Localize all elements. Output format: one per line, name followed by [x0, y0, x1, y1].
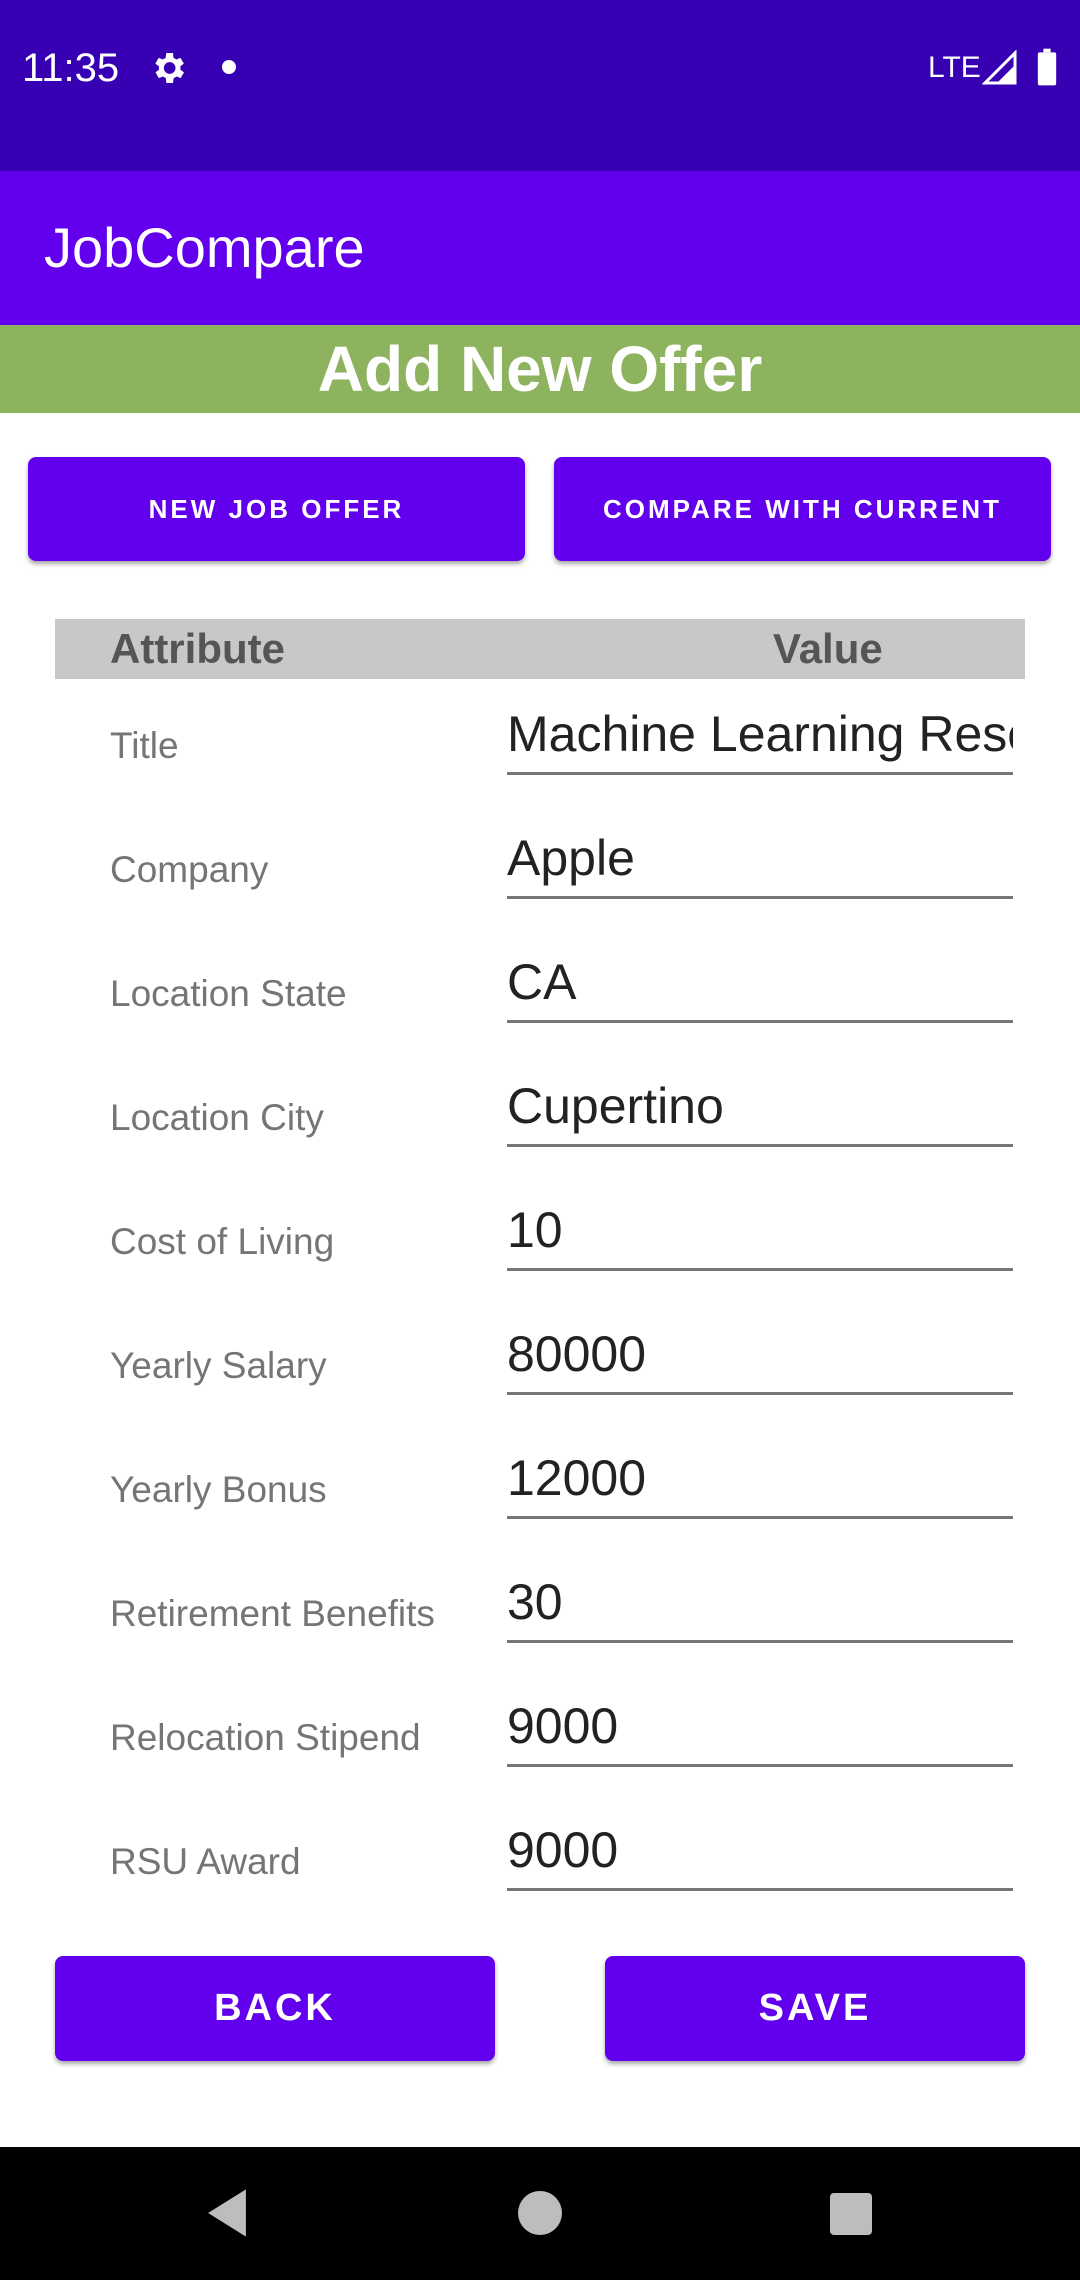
- row-title: Title: [0, 681, 1080, 805]
- title-input[interactable]: [507, 695, 1013, 775]
- yearly-bonus-input[interactable]: [507, 1439, 1013, 1519]
- row-location-state: Location State: [0, 929, 1080, 1053]
- location-state-label: Location State: [110, 973, 347, 1014]
- attribute-column-header: Attribute: [110, 625, 285, 672]
- back-icon[interactable]: [202, 2187, 252, 2239]
- home-icon[interactable]: [518, 2191, 562, 2235]
- row-rsu-award: RSU Award: [0, 1797, 1080, 1921]
- status-time: 11:35: [22, 46, 120, 90]
- battery-icon: [1037, 48, 1057, 86]
- compare-with-current-button[interactable]: COMPARE WITH CURRENT: [554, 457, 1051, 561]
- page-title: Add New Offer: [317, 333, 763, 405]
- navigation-bar: [0, 2147, 1080, 2280]
- company-input[interactable]: [507, 819, 1013, 899]
- retirement-benefits-input[interactable]: [507, 1563, 1013, 1643]
- gear-icon: [155, 53, 184, 83]
- new-job-offer-button[interactable]: NEW JOB OFFER: [28, 457, 525, 561]
- cost-of-living-input[interactable]: [507, 1191, 1013, 1271]
- location-city-input[interactable]: [507, 1067, 1013, 1147]
- row-yearly-salary: Yearly Salary: [0, 1301, 1080, 1425]
- save-button[interactable]: SAVE: [605, 1956, 1025, 2061]
- cost-of-living-label: Cost of Living: [110, 1221, 335, 1262]
- company-label: Company: [110, 849, 269, 890]
- location-state-input[interactable]: [507, 943, 1013, 1023]
- relocation-stipend-label: Relocation Stipend: [110, 1717, 421, 1758]
- rsu-award-label: RSU Award: [110, 1841, 301, 1882]
- row-retirement-benefits: Retirement Benefits: [0, 1549, 1080, 1673]
- app-bar: JobCompare: [0, 171, 1080, 325]
- page-header-banner: Add New Offer: [0, 325, 1080, 413]
- yearly-salary-input[interactable]: [507, 1315, 1013, 1395]
- yearly-bonus-label: Yearly Bonus: [110, 1469, 327, 1510]
- row-yearly-bonus: Yearly Bonus: [0, 1425, 1080, 1549]
- value-column-header: Value: [773, 625, 883, 672]
- network-type: LTE: [928, 51, 981, 84]
- location-city-label: Location City: [110, 1097, 324, 1138]
- row-location-city: Location City: [0, 1053, 1080, 1177]
- table-header: Attribute Value: [55, 619, 1025, 679]
- app-title: JobCompare: [44, 216, 365, 279]
- recents-icon[interactable]: [830, 2193, 872, 2235]
- signal-icon: [982, 50, 1017, 85]
- retirement-benefits-label: Retirement Benefits: [110, 1593, 435, 1634]
- status-bar: 11:35 LTE: [0, 0, 1080, 171]
- row-cost-of-living: Cost of Living: [0, 1177, 1080, 1301]
- back-button[interactable]: BACK: [55, 1956, 495, 2061]
- row-company: Company: [0, 805, 1080, 929]
- row-relocation-stipend: Relocation Stipend: [0, 1673, 1080, 1797]
- rsu-award-input[interactable]: [507, 1811, 1013, 1891]
- title-label: Title: [110, 725, 179, 766]
- notification-dot-icon: [222, 60, 236, 74]
- relocation-stipend-input[interactable]: [507, 1687, 1013, 1767]
- yearly-salary-label: Yearly Salary: [110, 1345, 327, 1386]
